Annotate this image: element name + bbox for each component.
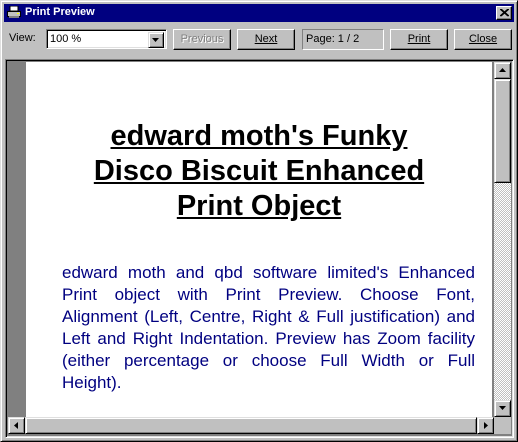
- scroll-down-button[interactable]: [494, 400, 511, 417]
- title-bar[interactable]: Print Preview: [4, 4, 514, 22]
- page-indicator: Page: 1 / 2: [302, 29, 384, 50]
- next-label: Next: [254, 33, 278, 45]
- close-icon: [500, 9, 509, 17]
- close-button[interactable]: Close: [454, 29, 512, 50]
- zoom-select[interactable]: 100 %: [46, 29, 167, 49]
- arrow-right-icon: [484, 422, 488, 429]
- document-body: edward moth and qbd software limited's E…: [62, 263, 475, 392]
- printer-icon: [7, 6, 21, 18]
- document-title-line: Print Object: [176, 190, 342, 222]
- scroll-up-button[interactable]: [494, 62, 511, 79]
- print-preview-window: Print Preview View: 100 % Previous Next …: [0, 0, 518, 442]
- chevron-down-icon: [152, 38, 159, 42]
- vertical-scrollbar[interactable]: [494, 62, 511, 417]
- preview-area[interactable]: edward moth's Funky Disco Biscuit Enhanc…: [5, 59, 514, 438]
- previous-label: Previous: [180, 33, 224, 45]
- document-title: edward moth's Funky Disco Biscuit Enhanc…: [26, 119, 492, 224]
- print-button[interactable]: Print: [390, 29, 448, 50]
- view-label: View:: [9, 32, 36, 44]
- vertical-scroll-thumb[interactable]: [494, 79, 511, 183]
- arrow-down-icon: [499, 406, 506, 410]
- window-title: Print Preview: [25, 6, 95, 18]
- zoom-value: 100 %: [50, 33, 82, 45]
- next-button[interactable]: Next: [237, 29, 295, 50]
- close-label: Close: [468, 33, 498, 45]
- document-title-line: Disco Biscuit Enhanced: [93, 155, 425, 187]
- zoom-dropdown-button[interactable]: [148, 32, 164, 48]
- scroll-right-button[interactable]: [477, 417, 494, 434]
- preview-page: edward moth's Funky Disco Biscuit Enhanc…: [26, 62, 492, 417]
- arrow-up-icon: [499, 68, 506, 72]
- document-title-line: edward moth's Funky: [110, 120, 408, 152]
- window-close-button[interactable]: [496, 6, 512, 20]
- horizontal-scroll-thumb[interactable]: [25, 417, 477, 434]
- previous-button[interactable]: Previous: [173, 29, 231, 50]
- print-label: Print: [407, 33, 431, 45]
- scroll-left-button[interactable]: [8, 417, 25, 434]
- horizontal-scrollbar[interactable]: [8, 417, 494, 434]
- arrow-left-icon: [14, 422, 18, 429]
- scrollbar-corner: [494, 417, 511, 434]
